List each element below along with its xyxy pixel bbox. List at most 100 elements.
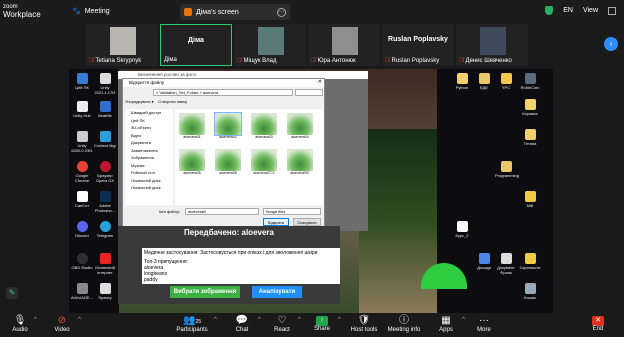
more-options-icon[interactable]: ··· (277, 7, 286, 17)
desktop-icon[interactable]: BeatMe (94, 101, 116, 118)
react-options-chevron-icon[interactable]: ^ (298, 317, 301, 323)
apps-grid-icon: ▦ (441, 315, 451, 326)
apps-button[interactable]: ▦ Apps (426, 315, 466, 333)
annotate-pen-icon[interactable]: ✎ (6, 287, 18, 299)
desktop-icon[interactable]: ArhivIAOE... (71, 283, 93, 300)
tree-item[interactable]: Цей ПК (131, 117, 173, 125)
file-thumbnail[interactable]: aloevera05 (177, 149, 207, 177)
tree-item[interactable]: Робочий стіл (131, 169, 173, 177)
new-folder-button[interactable]: Створити папку (158, 99, 187, 104)
participants-options-chevron-icon[interactable]: ^ (214, 317, 217, 323)
desktop-icon[interactable]: Безпечний інтернет (94, 253, 116, 275)
desktop-icon[interactable]: RobinCoin (519, 73, 541, 90)
react-button[interactable]: ♡ React (262, 315, 302, 333)
host-tools-button[interactable]: 🛡 Host tools (344, 315, 384, 333)
filename-input[interactable]: aloevera8 (185, 208, 259, 215)
result-textbox[interactable]: Медичне застосування: Застосовується при… (142, 248, 340, 284)
desktop-icon[interactable]: Доходи (473, 253, 495, 270)
tree-item[interactable]: Локальний диск (131, 177, 173, 185)
participant-tile[interactable]: Ruslan Poplavsky 🎙̸ Ruslan Poplavsky (382, 24, 454, 66)
meeting-info-button[interactable]: ⓘ Meeting info (384, 315, 424, 333)
tree-item[interactable]: Відео (131, 132, 173, 140)
file-thumbnail-selected[interactable]: aloevera02 (213, 112, 243, 141)
chat-options-chevron-icon[interactable]: ^ (258, 317, 261, 323)
file-thumbnail[interactable]: aloevera06 (213, 149, 243, 177)
more-dots-icon: ··· (479, 315, 489, 326)
tree-item[interactable]: Зображення (131, 154, 173, 162)
tree-item[interactable]: Завантаження (131, 147, 173, 155)
open-button[interactable]: Відкрити (263, 218, 289, 226)
meeting-menu[interactable]: 🐾 Meeting (72, 7, 110, 16)
participant-tile[interactable]: 🎙̸ Денис Шевченко (456, 24, 528, 66)
chat-button[interactable]: 💬 Chat (222, 315, 262, 333)
desktop-icon[interactable]: Корзина (519, 99, 541, 116)
next-page-arrow-icon[interactable]: › (604, 37, 618, 51)
desktop-icon[interactable]: Цей ПК (71, 73, 93, 90)
tree-item[interactable]: Локальний диск (131, 184, 173, 192)
search-input[interactable] (295, 89, 323, 96)
organize-button[interactable]: Упорядкувати ▾ (125, 99, 154, 104)
file-thumbnail[interactable]: aloevera0772 (249, 149, 279, 177)
tree-item[interactable]: Музика (131, 162, 173, 170)
participant-tile-active[interactable]: Діма Діма (160, 24, 232, 66)
desktop-icon[interactable]: Скриншоти (519, 253, 541, 270)
tree-item[interactable]: 3D-об'єкти (131, 124, 173, 132)
desktop-icon[interactable]: Python (451, 73, 473, 90)
file-thumbnail[interactable]: aloevera03 (249, 113, 279, 141)
desktop-icon[interactable]: Тетяна (519, 129, 541, 146)
share-button[interactable]: ↑ Share (302, 315, 342, 332)
security-shield-icon[interactable] (545, 6, 554, 15)
open-file-dialog: Відкриття файлу ✕ « Validation_Set_Folde… (122, 78, 325, 234)
participant-tile[interactable]: 🎙̸ Міщук Влад (234, 24, 306, 66)
share-arrow-icon: ↑ (316, 316, 328, 326)
file-type-select[interactable]: Image files (263, 208, 321, 215)
desktop-icon[interactable]: Spacey (94, 283, 116, 300)
view-button[interactable]: View (583, 7, 598, 14)
desktop-icon[interactable]: Курс_2 (451, 221, 473, 238)
share-title: Діма's screen (196, 8, 239, 16)
share-options-chevron-icon[interactable]: ^ (338, 317, 341, 323)
more-button[interactable]: ··· More (464, 315, 504, 333)
recycle-bin-icon[interactable]: Кошик (519, 283, 541, 300)
desktop-icon[interactable]: Google Chrome (71, 161, 93, 183)
meeting-toolbar: 🎙 Audio ^ ⊘ Video ^ 👥25 Participants ^ 💬 Cha… (0, 313, 624, 337)
participant-tile[interactable]: 🎙̸ Юра Антонюк (308, 24, 380, 66)
close-icon[interactable]: ✕ (318, 79, 322, 85)
filename-label: Ім'я файлу: (159, 209, 181, 214)
desktop-icon[interactable]: OBS Studio (71, 253, 93, 270)
heart-icon: ♡ (277, 315, 287, 326)
fullscreen-icon[interactable] (608, 6, 616, 15)
cancel-button[interactable]: Скасувати (293, 218, 321, 226)
desktop-icon[interactable]: Мій (519, 191, 541, 208)
participant-tile[interactable]: 🎙̸ Tetiana Skrypnyk (86, 24, 158, 66)
screen-share-indicator[interactable]: Діма's screen ··· (180, 4, 290, 20)
desktop-icon[interactable]: Content Mgr (94, 131, 116, 148)
desktop-icon[interactable]: СапСот (71, 191, 93, 208)
video-button[interactable]: ⊘ Video (42, 315, 82, 333)
desktop-icon[interactable]: Unity 6000.0.23f1 (71, 131, 93, 153)
tree-item[interactable]: Швидкий доступ (131, 109, 173, 117)
desktop-icon[interactable]: Discord (71, 221, 93, 238)
desktop-icon[interactable]: Unity 2021.1.17f1 (94, 73, 116, 95)
file-thumbnail[interactable]: aloevera097 (285, 149, 315, 177)
participants-button[interactable]: 👥25 Participants (172, 315, 212, 333)
participant-name: Діма (164, 57, 177, 63)
desktop-icon[interactable]: Telegram (94, 221, 116, 238)
language-button[interactable]: EN (563, 7, 573, 14)
end-meeting-button[interactable]: ✕ End (578, 315, 618, 332)
file-thumbnail[interactable]: aloevera04 (285, 113, 315, 141)
desktop-icon[interactable]: ЕДЕ (473, 73, 495, 90)
desktop-icon[interactable]: Adobe Photosho... (94, 191, 116, 213)
desktop-icon[interactable]: Programming (495, 161, 519, 178)
choose-image-button[interactable]: Вибрати зображення (170, 286, 240, 298)
video-options-chevron-icon[interactable]: ^ (78, 317, 81, 323)
address-bar[interactable]: « Validation_Set_Folder » aloevera (153, 89, 293, 96)
desktop-icon[interactable]: Документ Франк (495, 253, 517, 275)
audio-options-chevron-icon[interactable]: ^ (34, 317, 37, 323)
tree-item[interactable]: Документи (131, 139, 173, 147)
desktop-icon[interactable]: Unity Hub (71, 101, 93, 118)
desktop-icon[interactable]: YPC (495, 73, 517, 90)
file-thumbnail[interactable]: aloevera01 (177, 113, 207, 141)
analyze-button[interactable]: Аналізувати (252, 286, 302, 298)
desktop-icon[interactable]: Браузер Opera GX (94, 161, 116, 183)
